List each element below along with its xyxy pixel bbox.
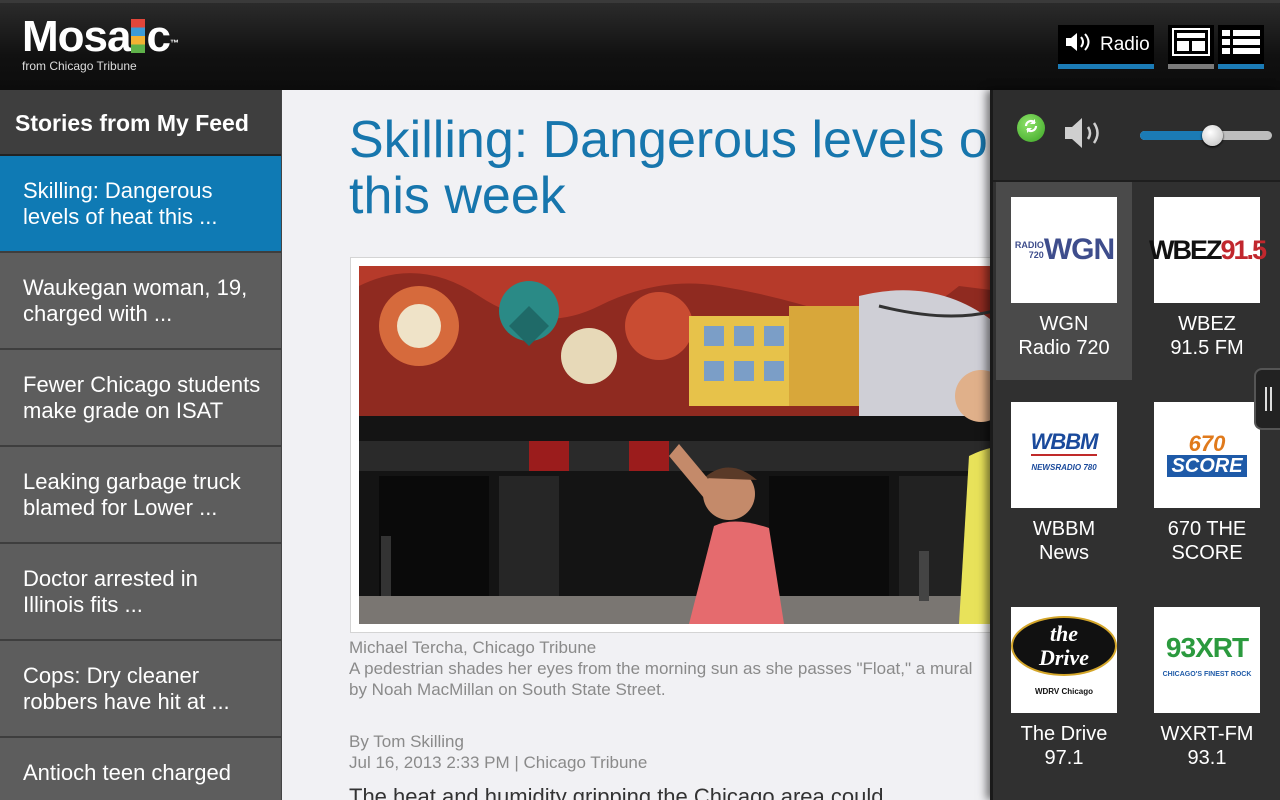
radio-controls <box>993 90 1280 182</box>
article-dateline: Jul 16, 2013 2:33 PM | Chicago Tribune <box>349 753 648 772</box>
radio-label: Radio <box>1100 33 1150 55</box>
article-photo-frame <box>350 257 992 633</box>
sidebar-item-skilling[interactable]: Skilling: Dangerous levels of heat this … <box>0 156 281 253</box>
station-wxrt[interactable]: 93XRT CHICAGO'S FINEST ROCK WXRT-FM 93.1 <box>1139 592 1275 790</box>
article-photo[interactable] <box>359 266 992 624</box>
photo-caption-text: A pedestrian shades her eyes from the mo… <box>349 659 973 699</box>
photo-credit: Michael Tercha, Chicago Tribune <box>349 638 597 657</box>
station-logo-wbez: WBEZ91.5 <box>1149 197 1267 303</box>
grid-view-button[interactable] <box>1168 25 1214 69</box>
sidebar-item-label: Antioch teen charged <box>23 760 231 785</box>
top-bar: Mosa c™ from Chicago Tribune Radio <box>0 0 1280 90</box>
sidebar-item-garbage-truck[interactable]: Leaking garbage truck blamed for Lower .… <box>0 447 281 544</box>
sidebar-item-antioch[interactable]: Antioch teen charged <box>0 738 281 800</box>
logo-subtitle: from Chicago Tribune <box>22 59 137 73</box>
sidebar-item-cops[interactable]: Cops: Dry cleaner robbers have hit at ..… <box>0 641 281 738</box>
article-body: The heat and humidity gripping the Chica… <box>349 784 884 800</box>
station-name: WGN Radio 720 <box>1018 313 1110 359</box>
article-byline: By Tom Skilling Jul 16, 2013 2:33 PM | C… <box>349 731 647 773</box>
photo-caption: Michael Tercha, Chicago Tribune A pedest… <box>349 637 979 700</box>
station-logo-wbbm: WBBM NEWSRADIO 780 <box>1011 402 1117 508</box>
station-name: The Drive 97.1 <box>1020 723 1108 769</box>
sidebar-item-label: Waukegan woman, 19, charged with ... <box>23 274 248 326</box>
list-view-button[interactable] <box>1218 25 1264 69</box>
sidebar-item-waukegan[interactable]: Waukegan woman, 19, charged with ... <box>0 253 281 350</box>
sidebar-item-label: Doctor arrested in Illinois fits ... <box>23 565 198 617</box>
logo-wordmark: Mosa c™ <box>22 12 179 61</box>
refresh-icon <box>1022 117 1040 140</box>
station-logo-wgn: RADIO 720 WGN <box>1011 197 1117 303</box>
radio-button[interactable]: Radio <box>1058 25 1154 69</box>
station-name: WBEZ 91.5 FM <box>1170 313 1244 359</box>
sidebar-item-label: Leaking garbage truck blamed for Lower .… <box>23 468 241 520</box>
grid-view-icon <box>1172 28 1210 61</box>
sidebar-item-doctor[interactable]: Doctor arrested in Illinois fits ... <box>0 544 281 641</box>
mosaic-logo[interactable]: Mosa c™ from Chicago Tribune <box>22 12 179 74</box>
station-logo-wxrt: 93XRT CHICAGO'S FINEST ROCK <box>1154 607 1260 713</box>
station-logo-the-score: 670 SCORE <box>1154 402 1260 508</box>
station-logo-the-drive: the Drive WDRV Chicago <box>1011 607 1117 713</box>
sidebar-item-label: Skilling: Dangerous levels of heat this … <box>23 177 218 229</box>
list-view-icon <box>1221 28 1261 61</box>
sidebar-item-label: Cops: Dry cleaner robbers have hit at ..… <box>23 662 230 714</box>
speaker-icon <box>1064 31 1092 59</box>
refresh-button[interactable] <box>1017 114 1045 142</box>
article-author: By Tom Skilling <box>349 732 464 751</box>
volume-slider-knob[interactable] <box>1202 125 1224 146</box>
article-pane[interactable]: Skilling: Dangerous levels o this week M… <box>282 90 992 800</box>
radio-panel: RADIO 720 WGN WGN Radio 720 WBEZ91.5 WBE… <box>990 90 1280 800</box>
station-name: WBBM News <box>1032 518 1096 564</box>
station-name: WXRT-FM 93.1 <box>1160 723 1254 769</box>
story-sidebar[interactable]: Stories from My Feed Skilling: Dangerous… <box>0 90 282 800</box>
station-wbbm[interactable]: WBBM NEWSRADIO 780 WBBM News <box>996 387 1132 585</box>
station-wbez[interactable]: WBEZ91.5 WBEZ 91.5 FM <box>1139 182 1275 380</box>
station-the-drive[interactable]: the Drive WDRV Chicago The Drive 97.1 <box>996 592 1132 790</box>
drag-handle-icon[interactable] <box>1254 368 1280 430</box>
sidebar-title: Stories from My Feed <box>0 90 281 156</box>
logo-i-mark <box>131 19 146 53</box>
sidebar-item-isat[interactable]: Fewer Chicago students make grade on ISA… <box>0 350 281 447</box>
article-headline: Skilling: Dangerous levels o this week <box>349 111 988 225</box>
sidebar-item-label: Fewer Chicago students make grade on ISA… <box>23 371 261 423</box>
station-wgn[interactable]: RADIO 720 WGN WGN Radio 720 <box>996 182 1132 380</box>
station-name: 670 THE SCORE <box>1167 518 1247 564</box>
volume-icon[interactable] <box>1061 114 1107 157</box>
